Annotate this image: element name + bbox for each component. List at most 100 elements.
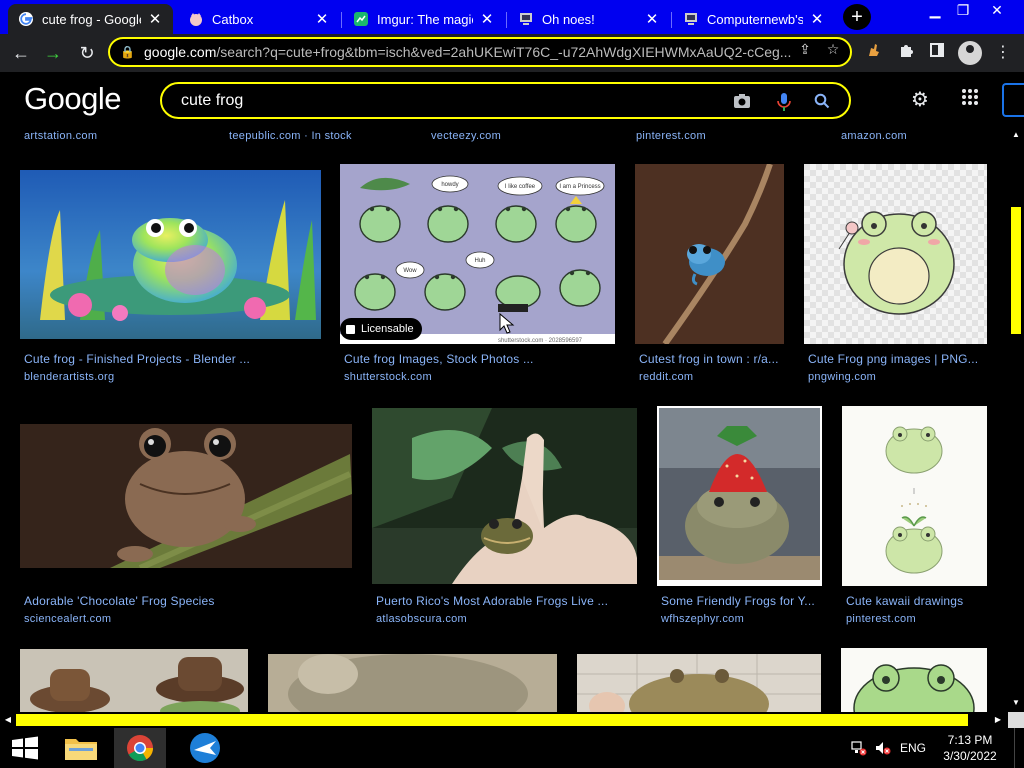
tab-imgur[interactable]: Imgur: The magic ✕ — [343, 4, 505, 34]
system-clock[interactable]: 7:13 PM 3/30/2022 — [938, 732, 1002, 764]
scrollbar-corner — [1008, 712, 1024, 728]
horizontal-scroll-thumb[interactable] — [16, 714, 968, 726]
tab-title: Computernewb's I — [707, 11, 803, 27]
tab-title: Catbox — [212, 11, 254, 27]
result-image-frog-stickers[interactable]: howdy I like coffee I am a Princess Wow … — [340, 164, 615, 344]
camera-icon[interactable] — [732, 93, 752, 111]
result-title[interactable]: Adorable 'Chocolate' Frog Species — [24, 594, 354, 608]
image-results: artstation.com teepublic.com · In stock … — [0, 130, 1008, 712]
tab-google[interactable]: cute frog - Google ✕ — [8, 4, 173, 34]
result-source[interactable]: atlasobscura.com — [376, 613, 467, 625]
remote-app-button[interactable] — [180, 728, 230, 768]
tab-title: Oh noes! — [542, 11, 595, 27]
result-source[interactable]: sciencealert.com — [24, 613, 111, 625]
result-image-blue-frog[interactable] — [635, 164, 784, 344]
browser-toolbar: ← → ↻ 🔒 google.com /search?q=cute+frog&t… — [0, 34, 1024, 72]
result-source[interactable]: artstation.com — [24, 130, 97, 142]
scroll-down-arrow-icon[interactable]: ▼ — [1011, 698, 1021, 707]
tab-computernewb[interactable]: Computernewb's I ✕ — [673, 4, 835, 34]
folder-icon — [65, 739, 97, 760]
kebab-menu-icon[interactable]: ⋮ — [992, 42, 1014, 64]
back-button[interactable]: ← — [8, 40, 34, 66]
profile-avatar[interactable] — [958, 41, 982, 65]
new-tab-button[interactable]: + — [843, 4, 871, 30]
lock-icon: 🔒 — [120, 45, 135, 59]
result-source[interactable]: pinterest.com — [636, 130, 706, 142]
microphone-icon[interactable] — [774, 93, 794, 111]
tab-oh-noes[interactable]: Oh noes! ✕ — [508, 4, 670, 34]
result-title[interactable]: Cute kawaii drawings — [846, 594, 986, 608]
result-source[interactable]: reddit.com — [639, 371, 693, 383]
extensions-puzzle-icon[interactable] — [895, 42, 917, 64]
result-image-green-frog-drawing[interactable] — [841, 648, 987, 712]
horizontal-scrollbar[interactable]: ◀ ▶ — [0, 712, 1008, 728]
sticker-bubble-text: Huh — [474, 258, 485, 264]
language-indicator[interactable]: ENG — [900, 741, 926, 755]
result-image-frog-in-hand[interactable] — [372, 408, 637, 584]
scroll-left-arrow-icon[interactable]: ◀ — [2, 714, 14, 726]
result-image-tiled-frog[interactable] — [577, 654, 821, 712]
side-panel-icon[interactable] — [926, 42, 948, 64]
airplane-app-icon — [190, 733, 220, 763]
network-error-icon[interactable] — [850, 740, 868, 756]
scroll-up-arrow-icon[interactable]: ▲ — [1011, 130, 1021, 139]
result-image-strawberry-frog[interactable] — [657, 406, 822, 586]
close-icon[interactable]: ✕ — [147, 10, 163, 28]
search-box[interactable] — [160, 82, 851, 119]
vertical-scroll-thumb[interactable] — [1011, 207, 1021, 334]
bookmark-star-icon[interactable]: ☆ — [825, 41, 841, 57]
tab-separator — [506, 12, 507, 28]
settings-gear-icon[interactable]: ⚙ — [908, 88, 932, 112]
close-icon[interactable]: ✕ — [479, 10, 495, 28]
tab-separator — [341, 12, 342, 28]
result-source[interactable]: amazon.com — [841, 130, 907, 142]
search-input[interactable] — [181, 91, 701, 111]
share-icon[interactable]: ⇪ — [797, 41, 813, 57]
computernewb-icon — [518, 11, 534, 27]
close-icon[interactable]: ✕ — [644, 10, 660, 28]
result-title[interactable]: Some Friendly Frogs for Y... — [661, 594, 821, 608]
restore-button[interactable]: ❐ — [948, 0, 978, 20]
sign-in-button[interactable] — [1002, 83, 1024, 117]
forward-button[interactable]: → — [40, 40, 66, 66]
chrome-taskbar-button[interactable] — [114, 728, 166, 768]
result-image-chocolate-frog[interactable] — [20, 424, 352, 568]
apps-grid-icon[interactable] — [958, 88, 982, 112]
result-source[interactable]: teepublic.com · In stock — [229, 130, 352, 142]
close-window-button[interactable]: ✕ — [982, 0, 1012, 20]
start-button[interactable] — [0, 728, 50, 768]
result-image-cowboy-frogs[interactable] — [20, 649, 248, 712]
show-desktop-button[interactable] — [1014, 728, 1024, 768]
result-image-kawaii-frog-png[interactable] — [804, 164, 987, 344]
reload-button[interactable]: ↻ — [74, 40, 100, 66]
address-bar[interactable]: 🔒 google.com /search?q=cute+frog&tbm=isc… — [108, 37, 852, 67]
result-title[interactable]: Cute frog - Finished Projects - Blender … — [24, 352, 324, 366]
result-image-blender-frog[interactable] — [20, 170, 321, 339]
google-logo[interactable]: Google — [24, 81, 121, 117]
result-title[interactable]: Cute frog Images, Stock Photos ... — [344, 352, 614, 366]
vertical-scrollbar[interactable]: ▲ ▼ — [1008, 130, 1024, 712]
result-image-kawaii-drawings[interactable] — [842, 406, 987, 586]
result-source[interactable]: vecteezy.com — [431, 130, 501, 142]
result-image-closeup-frog[interactable] — [268, 654, 557, 712]
scroll-right-arrow-icon[interactable]: ▶ — [992, 714, 1004, 726]
close-icon[interactable]: ✕ — [314, 10, 330, 28]
minimize-button[interactable]: ▁ — [920, 0, 950, 20]
result-source[interactable]: shutterstock.com — [344, 371, 432, 383]
windows-taskbar: ENG 7:13 PM 3/30/2022 — [0, 728, 1024, 768]
result-source[interactable]: pngwing.com — [808, 371, 876, 383]
catbox-icon — [188, 11, 204, 27]
result-source[interactable]: blenderartists.org — [24, 371, 114, 383]
result-source[interactable]: pinterest.com — [846, 613, 916, 625]
extension-hand-icon[interactable] — [862, 42, 884, 64]
result-source[interactable]: wfhszephyr.com — [661, 613, 744, 625]
result-title[interactable]: Cutest frog in town : r/a... — [639, 352, 784, 366]
close-icon[interactable]: ✕ — [809, 10, 825, 28]
volume-muted-icon[interactable] — [874, 740, 892, 756]
search-icon[interactable] — [812, 93, 832, 111]
result-title[interactable]: Cute Frog png images | PNG... — [808, 352, 988, 366]
tab-catbox[interactable]: Catbox ✕ — [178, 4, 340, 34]
file-explorer-button[interactable] — [56, 728, 106, 768]
licensable-badge[interactable]: Licensable — [340, 318, 422, 340]
result-title[interactable]: Puerto Rico's Most Adorable Frogs Live .… — [376, 594, 638, 608]
